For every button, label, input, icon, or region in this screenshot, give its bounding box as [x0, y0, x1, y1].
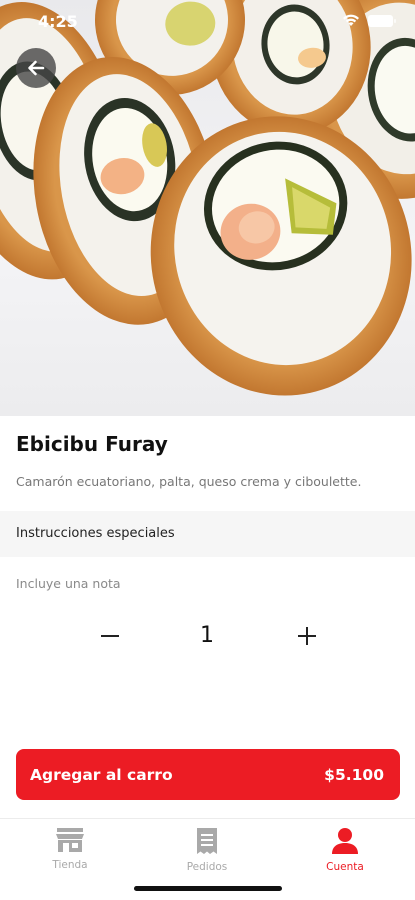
user-icon [332, 828, 358, 854]
product-description: Camarón ecuatoriano, palta, queso crema … [16, 474, 362, 489]
add-to-cart-label: Agregar al carro [30, 765, 173, 784]
quantity-stepper: 1 [0, 618, 415, 654]
receipt-icon [197, 828, 217, 854]
tab-pedidos-label: Pedidos [186, 861, 228, 873]
add-to-cart-price: $5.100 [324, 765, 384, 784]
special-instructions-header: Instrucciones especiales [0, 511, 415, 557]
battery-icon [368, 14, 396, 27]
tab-tienda-label: Tienda [52, 859, 88, 871]
note-input[interactable] [16, 572, 399, 594]
tab-pedidos[interactable]: Pedidos [157, 827, 257, 881]
arrow-left-icon [28, 60, 45, 76]
quantity-value: 1 [200, 623, 214, 648]
status-bar: 4:25 [0, 0, 415, 46]
add-to-cart-button[interactable]: Agregar al carro $5.100 [16, 749, 400, 800]
product-title: Ebicibu Furay [16, 432, 168, 456]
store-icon [56, 828, 84, 852]
tab-cuenta-label: Cuenta [326, 861, 364, 873]
wifi-icon [343, 14, 359, 26]
sushi-rolls-illustration [0, 0, 415, 396]
back-button[interactable] [16, 48, 56, 88]
status-time: 4:25 [38, 12, 78, 31]
tab-cuenta[interactable]: Cuenta [295, 827, 395, 881]
status-icons [342, 14, 396, 27]
plus-icon [298, 627, 316, 645]
home-indicator [134, 886, 282, 891]
product-image [0, 0, 415, 416]
tab-tienda[interactable]: Tienda [20, 827, 120, 881]
increase-quantity-button[interactable] [291, 618, 323, 654]
minus-icon [101, 635, 119, 637]
decrease-quantity-button[interactable] [94, 618, 126, 654]
special-instructions-title: Instrucciones especiales [16, 526, 175, 541]
